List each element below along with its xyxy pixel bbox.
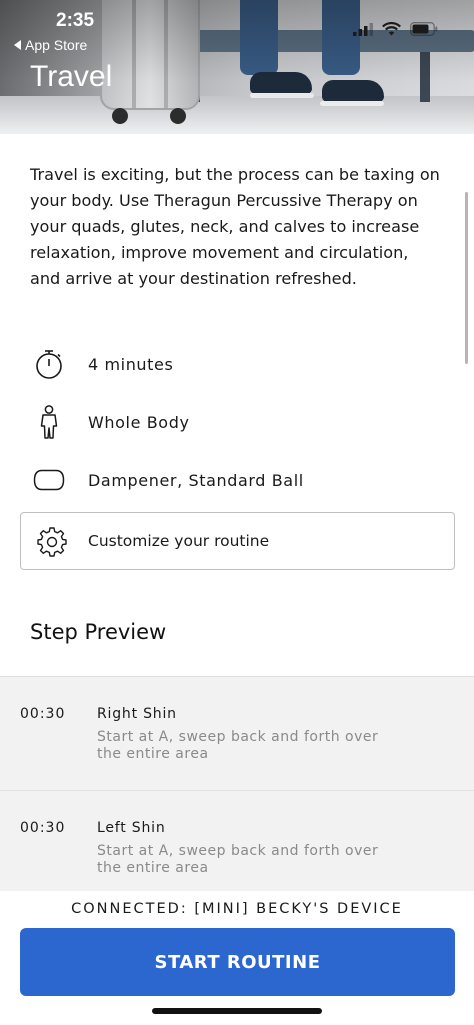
step-preview-title: Step Preview [30, 620, 167, 644]
step-instruction: Start at A, sweep back and forth over th… [97, 729, 379, 762]
step-instruction: Start at A, sweep back and forth over th… [97, 843, 379, 876]
start-routine-button[interactable]: START ROUTINE [20, 928, 455, 996]
back-link-label: App Store [25, 37, 88, 53]
person-icon [32, 405, 66, 439]
step-item[interactable]: 00:30 Left Shin Start at A, sweep back a… [0, 790, 474, 891]
step-time: 00:30 [20, 820, 66, 836]
attachments-row: Dampener, Standard Ball [32, 463, 303, 497]
step-name: Left Shin [97, 820, 166, 836]
customize-routine-button[interactable]: Customize your routine [20, 512, 455, 570]
connected-device-status: CONNECTED: [MINI] BECKY'S DEVICE [71, 901, 403, 917]
step-name: Right Shin [97, 706, 177, 722]
step-time: 00:30 [20, 706, 66, 722]
hero-image: 2:35 App Store Travel [0, 0, 474, 134]
wifi-icon [382, 22, 401, 36]
status-time: 2:35 [56, 10, 95, 31]
battery-icon [410, 22, 438, 36]
back-to-app-store-link[interactable]: App Store [14, 37, 87, 53]
body-area-row: Whole Body [32, 405, 189, 439]
home-indicator[interactable] [152, 1008, 322, 1014]
dampener-icon [32, 463, 66, 497]
stopwatch-icon [32, 347, 66, 381]
duration-label: 4 minutes [88, 354, 174, 374]
status-icons [353, 22, 438, 36]
back-arrow-icon [14, 40, 21, 50]
duration-row: 4 minutes [32, 347, 173, 381]
body-area-label: Whole Body [88, 412, 190, 432]
cellular-signal-icon [353, 22, 373, 36]
scroll-indicator[interactable] [465, 192, 468, 364]
customize-routine-label: Customize your routine [88, 532, 270, 550]
gear-icon [37, 527, 67, 557]
bottom-panel: CONNECTED: [MINI] BECKY'S DEVICE START R… [0, 891, 474, 1025]
step-item[interactable]: 00:30 Right Shin Start at A, sweep back … [0, 677, 474, 790]
step-list[interactable]: 00:30 Right Shin Start at A, sweep back … [0, 676, 474, 891]
page-title: Travel [30, 60, 113, 93]
routine-description: Travel is exciting, but the process can … [30, 165, 440, 288]
attachments-label: Dampener, Standard Ball [88, 470, 304, 490]
